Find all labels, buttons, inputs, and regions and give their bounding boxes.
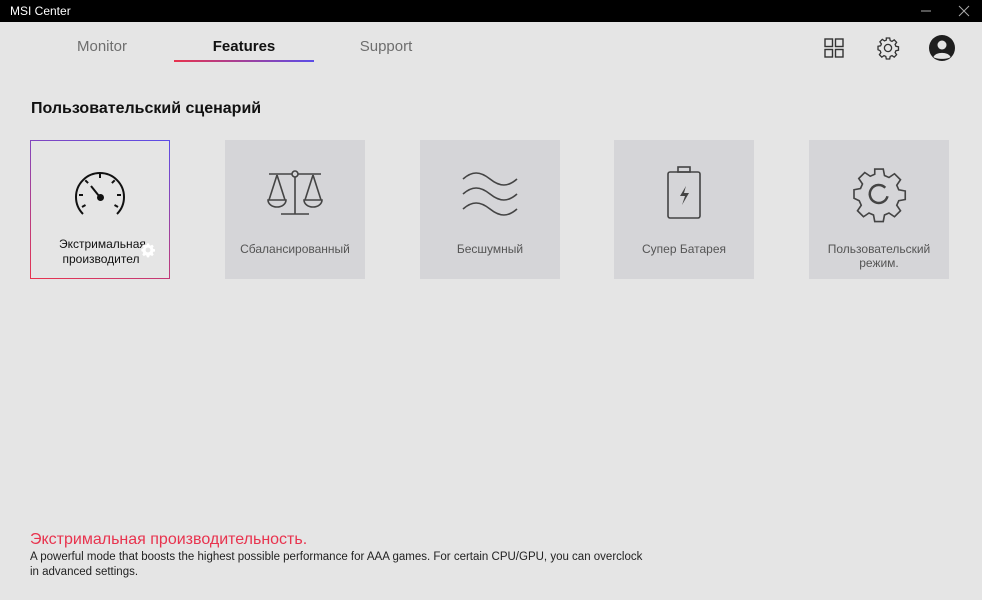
waves-icon	[462, 172, 518, 216]
balance-scale-icon	[267, 170, 323, 215]
window-title: MSI Center	[10, 4, 71, 18]
minimize-icon	[921, 10, 931, 12]
scenario-card-silent[interactable]: Бесшумный	[420, 140, 560, 279]
scenario-label: Сбалансированный	[240, 242, 350, 256]
title-bar: MSI Center	[0, 0, 982, 22]
scenario-card-extreme[interactable]: Экстримальная производител	[30, 140, 170, 279]
scenario-card-balanced[interactable]: Сбалансированный	[225, 140, 365, 279]
speedometer-icon	[75, 172, 125, 215]
settings-button[interactable]	[875, 35, 901, 61]
tab-features[interactable]: Features	[174, 38, 314, 55]
scenario-card-super-battery[interactable]: Супер Батарея	[614, 140, 754, 279]
minimize-button[interactable]	[906, 0, 946, 22]
gear-icon	[141, 243, 155, 258]
gear-icon	[853, 168, 907, 223]
mode-description-title: Экстримальная производительность.	[30, 531, 308, 548]
scenario-settings-button[interactable]	[140, 242, 156, 258]
grid-button[interactable]	[821, 35, 847, 61]
close-button[interactable]	[944, 0, 982, 22]
active-tab-indicator	[174, 60, 314, 62]
gear-icon	[877, 37, 900, 60]
scenario-label: Супер Батарея	[641, 242, 726, 256]
section-title: Пользовательский сценарий	[31, 100, 262, 117]
grid-icon	[824, 38, 844, 58]
scenario-label: Бесшумный	[456, 242, 524, 256]
mode-description-text: A powerful mode that boosts the highest …	[30, 551, 643, 578]
scenario-card-custom[interactable]: Пользовательский режим.	[809, 140, 949, 279]
scenario-label: Экстримальная производител	[59, 237, 146, 266]
scenario-label: Пользовательский режим.	[827, 242, 931, 270]
battery-icon	[667, 166, 701, 219]
user-avatar-button[interactable]	[928, 34, 956, 62]
close-icon	[958, 5, 970, 17]
tab-support[interactable]: Support	[346, 38, 426, 55]
avatar-icon	[929, 35, 955, 61]
tab-monitor[interactable]: Monitor	[62, 38, 142, 55]
